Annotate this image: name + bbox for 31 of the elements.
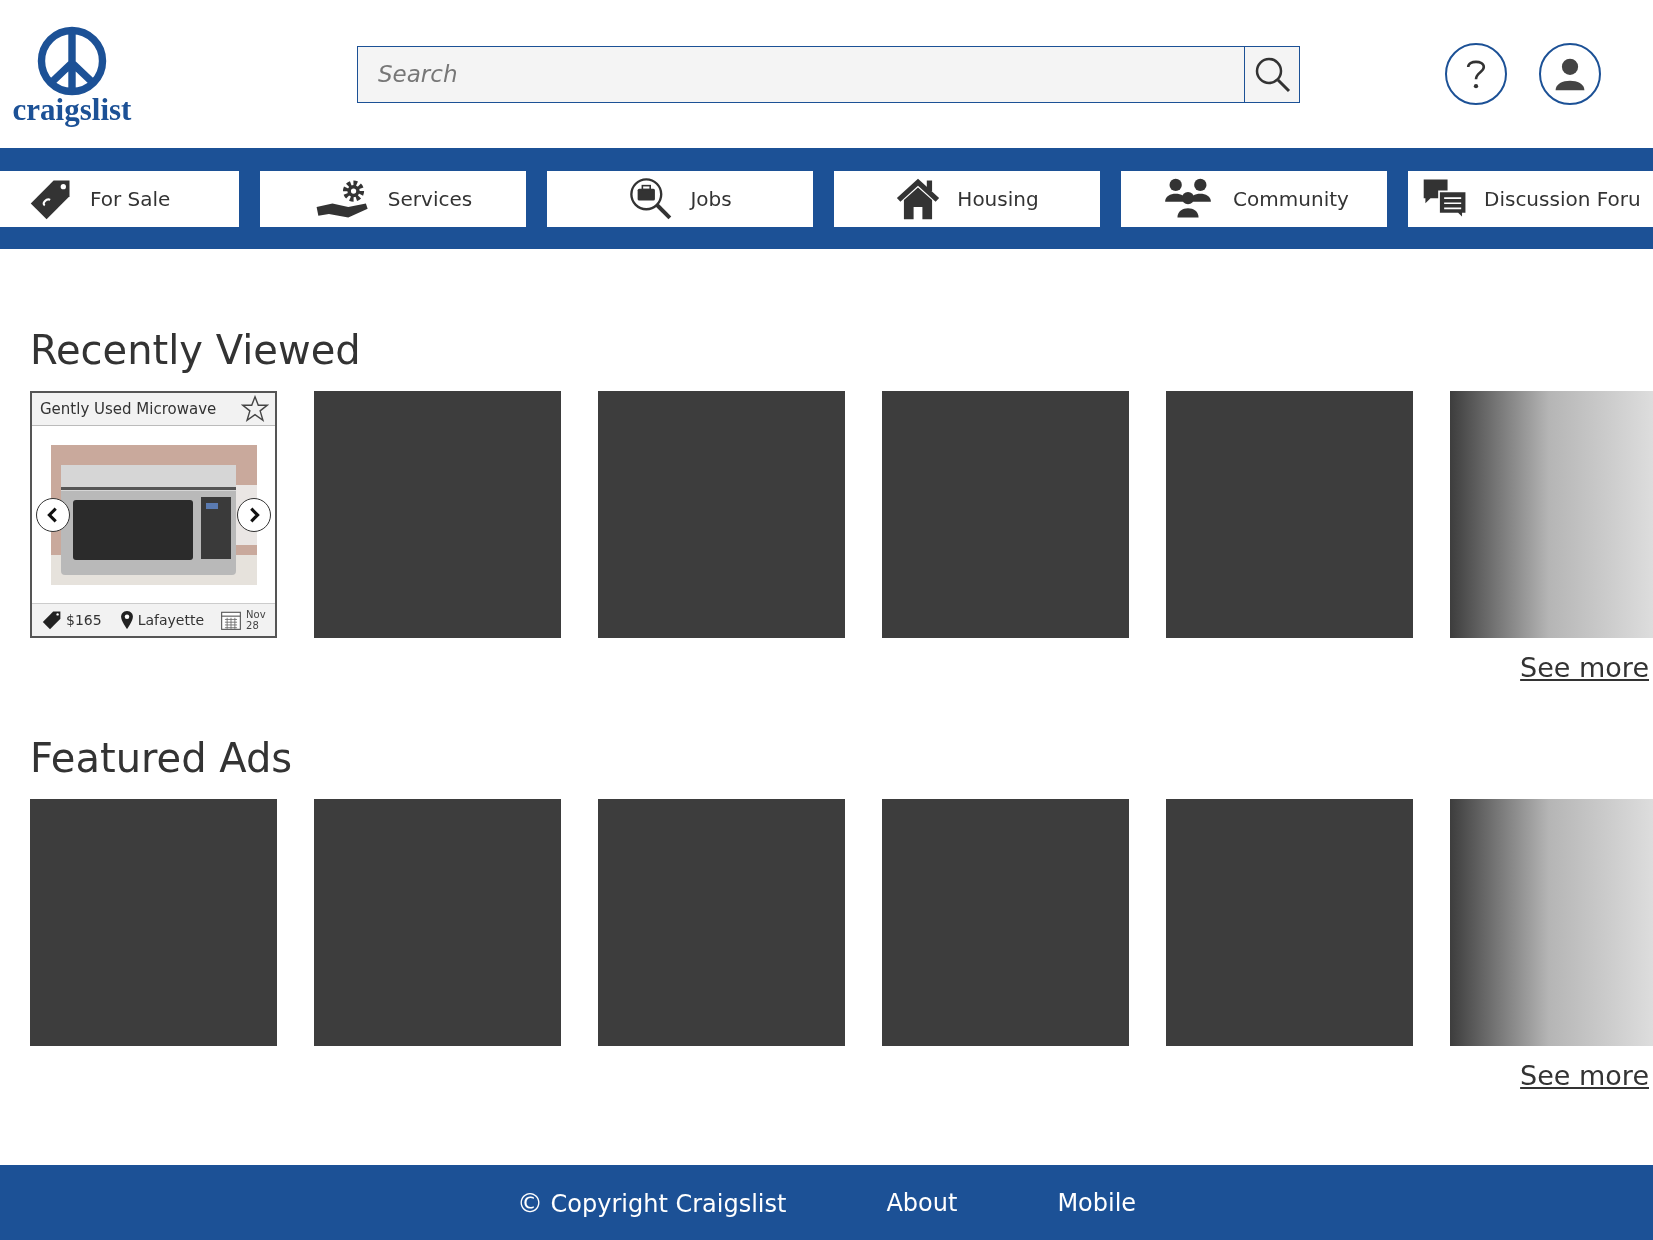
logo[interactable]: craigslist [2, 23, 142, 125]
see-more-link[interactable]: See more [1520, 1060, 1649, 1091]
listing-card[interactable]: Gently Used Microwave $165 Lafayette Nov 28 [30, 391, 277, 638]
see-more-link[interactable]: See more [1520, 652, 1649, 683]
category-tab[interactable]: Services [260, 170, 526, 227]
house-icon [895, 176, 942, 221]
listing-day: 28 [246, 620, 266, 631]
location-pin-icon [119, 610, 134, 630]
category-tab[interactable]: Housing [834, 170, 1100, 227]
category-tab[interactable]: Community [1121, 170, 1387, 227]
category-tab[interactable]: Jobs [547, 170, 813, 227]
footer-link[interactable]: Mobile [1057, 1188, 1137, 1217]
previous-button[interactable] [36, 497, 70, 532]
search-field[interactable]: Search [357, 45, 1244, 103]
ad-placeholder[interactable] [1450, 391, 1653, 638]
logo-text: craigslist [12, 93, 132, 125]
calendar-icon [220, 609, 243, 631]
star-icon[interactable] [241, 395, 269, 423]
category-tab[interactable]: For Sale [0, 170, 239, 227]
category-tab[interactable]: Discussion Foru [1408, 170, 1653, 227]
section-heading: Recently Viewed [30, 327, 362, 373]
footer-link[interactable]: About [886, 1188, 958, 1217]
listing-location: Lafayette [137, 612, 205, 628]
listing-price: $165 [66, 612, 102, 628]
listing-month: Nov [246, 609, 266, 620]
search-button[interactable] [1244, 45, 1300, 103]
section-heading: Featured Ads [30, 735, 294, 781]
listing-title: Gently Used Microwave [40, 400, 217, 418]
ad-placeholder[interactable] [1450, 799, 1653, 1046]
tag-icon [42, 610, 62, 630]
copyright-text: © Copyright Craigslist [516, 1187, 787, 1218]
